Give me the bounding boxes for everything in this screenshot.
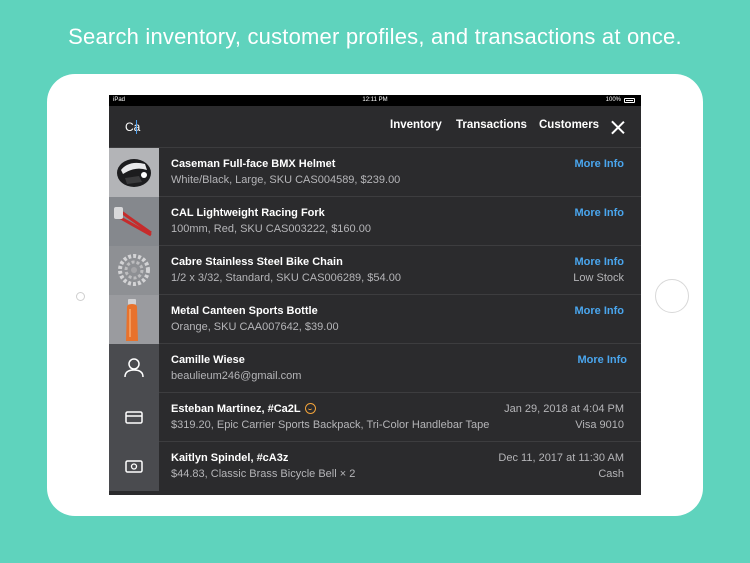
tab-transactions[interactable]: Transactions: [456, 119, 527, 131]
row-title: Camille Wiese: [171, 354, 245, 366]
transaction-date: Jan 29, 2018 at 4:04 PM: [504, 403, 624, 415]
home-button[interactable]: [655, 279, 689, 313]
person-icon: [109, 344, 159, 393]
app-screen: iPad 12:11 PM 100% Inventory Transaction…: [109, 95, 641, 495]
row-title: Metal Canteen Sports Bottle: [171, 305, 318, 317]
result-row[interactable]: Caseman Full-face BMX Helmet White/Black…: [109, 148, 641, 197]
result-row[interactable]: CAL Lightweight Racing Fork 100mm, Red, …: [109, 197, 641, 246]
refund-badge-icon: [304, 403, 316, 414]
row-subtitle: $44.83, Classic Brass Bicycle Bell × 2: [171, 468, 356, 480]
row-subtitle: beaulieum246@gmail.com: [171, 370, 302, 382]
payment-method: Cash: [598, 468, 624, 480]
more-info-link[interactable]: More Info: [575, 158, 625, 170]
cash-icon: [109, 442, 159, 491]
row-title: Caseman Full-face BMX Helmet: [171, 158, 336, 170]
result-row[interactable]: Metal Canteen Sports Bottle Orange, SKU …: [109, 295, 641, 344]
fork-photo-icon: [109, 197, 159, 246]
helmet-photo-icon: [109, 148, 159, 197]
more-info-link[interactable]: More Info: [578, 354, 628, 366]
row-subtitle: $319.20, Epic Carrier Sports Backpack, T…: [171, 419, 490, 431]
chain-photo-icon: [109, 246, 159, 295]
row-title: CAL Lightweight Racing Fork: [171, 207, 325, 219]
results-list: Caseman Full-face BMX Helmet White/Black…: [109, 148, 641, 491]
result-row[interactable]: Cabre Stainless Steel Bike Chain 1/2 x 3…: [109, 246, 641, 295]
row-subtitle: 100mm, Red, SKU CAS003222, $160.00: [171, 223, 371, 235]
result-row[interactable]: Camille Wiese beaulieum246@gmail.com Mor…: [109, 344, 641, 393]
camera-icon: [76, 292, 85, 301]
tab-customers[interactable]: Customers: [539, 119, 599, 131]
search-bar: Inventory Transactions Customers: [109, 106, 641, 148]
row-subtitle: 1/2 x 3/32, Standard, SKU CAS006289, $54…: [171, 272, 401, 284]
row-title: Kaitlyn Spindel, #cA3z: [171, 452, 289, 464]
tab-inventory[interactable]: Inventory: [390, 119, 442, 131]
row-title: Esteban Martinez, #Ca2L: [171, 403, 316, 415]
battery-icon: [624, 98, 635, 103]
battery-percent: 100%: [605, 97, 621, 103]
close-icon[interactable]: [611, 120, 625, 134]
headline: Search inventory, customer profiles, and…: [68, 24, 682, 49]
row-title-text: Esteban Martinez, #Ca2L: [171, 403, 301, 415]
text-cursor: [136, 120, 137, 134]
more-info-link[interactable]: More Info: [575, 305, 625, 317]
stock-status: Low Stock: [573, 272, 624, 284]
row-subtitle: White/Black, Large, SKU CAS004589, $239.…: [171, 174, 401, 186]
more-info-link[interactable]: More Info: [575, 207, 625, 219]
row-title: Cabre Stainless Steel Bike Chain: [171, 256, 343, 268]
bottle-photo-icon: [109, 295, 159, 344]
search-input[interactable]: [119, 117, 331, 137]
more-info-link[interactable]: More Info: [575, 256, 625, 268]
result-row[interactable]: Esteban Martinez, #Ca2L $319.20, Epic Ca…: [109, 393, 641, 442]
card-icon: [109, 393, 159, 442]
status-bar: iPad 12:11 PM 100%: [109, 95, 641, 106]
payment-method: Visa 9010: [575, 419, 624, 431]
result-row[interactable]: Kaitlyn Spindel, #cA3z $44.83, Classic B…: [109, 442, 641, 491]
transaction-date: Dec 11, 2017 at 11:30 AM: [498, 452, 624, 464]
row-subtitle: Orange, SKU CAA007642, $39.00: [171, 321, 339, 333]
clock: 12:11 PM: [362, 97, 388, 103]
